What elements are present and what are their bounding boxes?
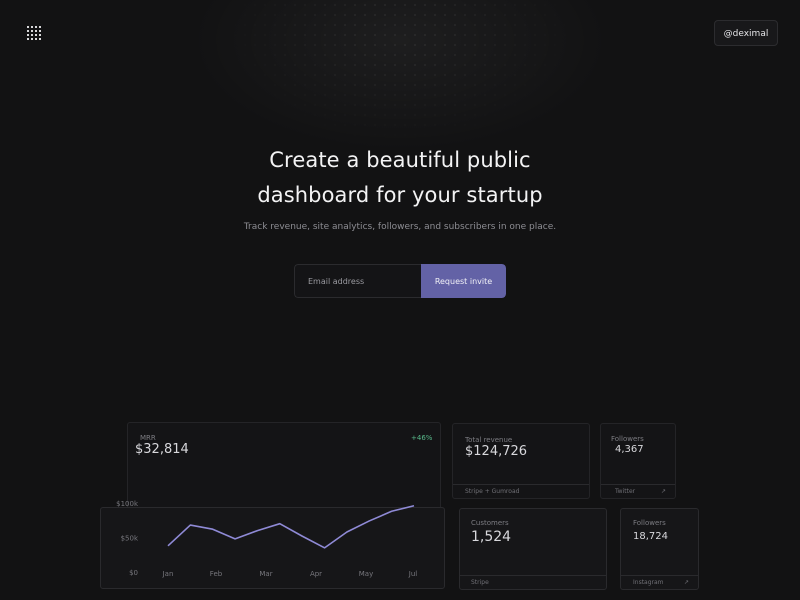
hero-subtitle: Track revenue, site analytics, followers… (243, 222, 557, 232)
landing-page: @deximal Create a beautiful public dashb… (0, 0, 800, 600)
total-revenue-card[interactable]: Total revenue $124,726 Stripe + Gumroad (452, 423, 590, 499)
twitter-footer-label: Twitter (615, 488, 636, 495)
request-invite-button[interactable]: Request invite (421, 264, 506, 298)
mrr-card[interactable] (100, 507, 445, 589)
twitter-followers-value: 4,367 (615, 444, 644, 455)
hero-title-line-1: Create a beautiful public (269, 148, 531, 172)
mrr-change-badge: +46% (411, 434, 433, 442)
email-input[interactable] (294, 264, 421, 298)
deximal-logo-icon[interactable] (27, 26, 41, 40)
mrr-label: MRR (140, 434, 156, 442)
instagram-followers-value: 18,724 (633, 531, 668, 542)
instagram-footer: Instagram ↗ (621, 575, 698, 589)
mrr-value: $32,814 (135, 442, 189, 457)
total-revenue-value: $124,726 (465, 444, 528, 459)
customers-footer: Stripe (460, 575, 606, 589)
hero-title-line-2: dashboard for your startup (257, 183, 543, 207)
instagram-footer-label: Instagram (633, 579, 664, 586)
arrow-icon[interactable]: ↗ (684, 576, 689, 589)
invite-form: Request invite (294, 264, 506, 298)
customers-value: 1,524 (471, 529, 512, 545)
dot-grid-background (220, 0, 580, 150)
mrr-card-back (127, 422, 441, 517)
instagram-followers-label: Followers (633, 519, 666, 527)
arrow-icon[interactable]: ↗ (661, 485, 666, 498)
twitter-followers-label: Followers (611, 435, 644, 443)
total-revenue-label: Total revenue (465, 436, 513, 444)
instagram-followers-card[interactable]: Followers 18,724 Instagram ↗ (620, 508, 699, 590)
twitter-footer: Twitter ↗ (601, 484, 675, 498)
customers-card[interactable]: Customers 1,524 Stripe (459, 508, 607, 590)
handle-button[interactable]: @deximal (714, 20, 778, 46)
twitter-followers-card[interactable]: Followers 4,367 Twitter ↗ (600, 423, 676, 499)
total-revenue-footer: Stripe + Gumroad (453, 484, 589, 498)
customers-label: Customers (471, 519, 509, 527)
